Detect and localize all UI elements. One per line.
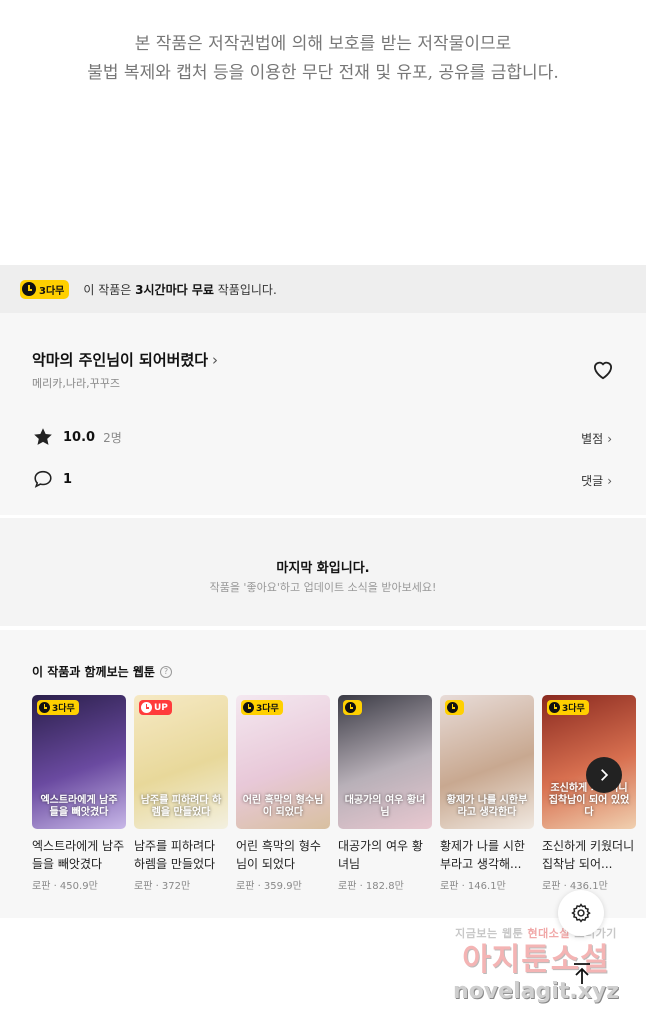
rating-row: 10.0 2명 <box>32 426 122 448</box>
card-title: 대공가의 여우 황녀님 <box>338 839 423 871</box>
free-notice-bar: 3다무 이 작품은 3시간마다 무료 작품입니다. <box>0 265 646 313</box>
card-badge: UP <box>139 700 172 715</box>
watermark-line-3: novelagit.xyz <box>453 979 619 1004</box>
cover-title-art: 대공가의 여우 황녀님 <box>344 795 426 818</box>
comment-row: 1 <box>32 468 72 490</box>
card-meta: 로판 · 450.9만 <box>32 881 98 892</box>
card-title: 조신하게 키웠더니 집착남 되어... <box>542 839 635 871</box>
rating-link-label: 별점 <box>581 432 604 446</box>
copyright-line-1: 본 작품은 저작권법에 의해 보호를 받는 저작물이므로 <box>134 34 512 54</box>
card-badge-label: 3다무 <box>52 704 75 714</box>
card-badge <box>343 700 362 715</box>
card-title: 황제가 나를 시한부라고 생각해... <box>440 839 525 871</box>
card-meta: 로판 · 359.9만 <box>236 881 302 892</box>
work-authors: 메리카,나라,꾸꾸즈 <box>32 377 120 390</box>
heart-icon[interactable] <box>590 356 616 382</box>
clock-icon <box>345 702 356 713</box>
settings-button[interactable] <box>558 890 604 936</box>
copyright-line-2: 불법 복제와 캡처 등을 이용한 무단 전재 및 유포, 공유를 금합니다. <box>87 63 559 83</box>
work-info-panel: 악마의 주인님이 되어버렸다 › 메리카,나라,꾸꾸즈 10.0 2명 별점 › 1… <box>0 313 646 515</box>
card-badge-label: 3다무 <box>256 704 279 714</box>
scroll-top-button[interactable] <box>560 952 604 996</box>
card-badge: 3다무 <box>37 700 79 715</box>
recommendation-card[interactable]: 3다무조신하게 키웠더니 집착남이 되어 있었다조신하게 키웠더니 집착남 되어… <box>542 695 636 892</box>
work-title: 악마의 주인님이 되어버렸다 <box>32 351 209 369</box>
recommendation-card[interactable]: 대공가의 여우 황녀님 대공가의 여우 황녀님 로판 · 182.8만 <box>338 695 432 892</box>
cover-image: UP 남주를 피하려다 하렘을 만들었다 <box>134 695 228 829</box>
free-notice-text: 이 작품은 3시간마다 무료 작품입니다. <box>83 281 276 298</box>
clock-icon <box>22 282 36 296</box>
clock-icon <box>549 702 560 713</box>
help-icon[interactable]: ? <box>159 665 172 678</box>
card-badge <box>445 700 464 715</box>
cover-image: 3다무조신하게 키웠더니 집착남이 되어 있었다 <box>542 695 636 829</box>
watermark-line-1b: 웹툰 <box>501 927 524 940</box>
watermark-line-2: 아지툰소설 <box>462 942 610 978</box>
recommendation-card[interactable]: 3다무 어린 흑막의 형수님이 되었다 어린 흑막의 형수님이 되었다 로판 · 35… <box>236 695 330 892</box>
chevron-right-icon: › <box>607 474 612 488</box>
clock-icon <box>243 702 254 713</box>
cover-title-art: 엑스트라에게 남주들을 빼앗겼다 <box>40 795 118 818</box>
wait-free-badge: 3다무 <box>20 279 70 299</box>
recommendations-heading-text: 이 작품과 함께보는 웹툰 <box>32 665 155 679</box>
card-meta: 로판 · 146.1만 <box>440 881 506 892</box>
work-title-link[interactable]: 악마의 주인님이 되어버렸다 › <box>32 349 218 370</box>
cover-title-art: 남주를 피하려다 하렘을 만들었다 <box>140 795 222 818</box>
next-arrow-button[interactable] <box>586 757 622 793</box>
recommendation-card[interactable]: 3다무 엑스트라에게 남주들을 빼앗겼다 엑스트라에게 남주들을 빼앗겼다 로판 · … <box>32 695 126 892</box>
gear-icon <box>571 903 591 923</box>
recommendation-card[interactable]: UP 남주를 피하려다 하렘을 만들었다 남주를 피하려다 하렘을 만들었다 로판 ·… <box>134 695 228 892</box>
card-badge-label: 3다무 <box>562 704 585 714</box>
comment-icon <box>34 470 52 488</box>
last-episode-subtitle: 작품을 '좋아요'하고 업데이트 소식을 받아보세요! <box>209 581 437 594</box>
cover-title-art: 황제가 나를 시한부라고 생각한다 <box>446 795 528 818</box>
card-badge-label: UP <box>154 702 168 713</box>
last-episode-panel: 마지막 화입니다. 작품을 '좋아요'하고 업데이트 소식을 받아보세요! <box>0 518 646 626</box>
notice-emphasis: 3시간마다 무료 <box>135 282 214 297</box>
cover-title-art: 조신하게 키웠더니 집착남이 되어 있었다 <box>548 783 630 818</box>
cover-image: 황제가 나를 시한부라고 생각한다 <box>440 695 534 829</box>
notice-prefix: 이 작품은 <box>83 282 136 297</box>
rating-value: 10.0 <box>63 429 96 445</box>
comment-link-label: 댓글 <box>581 474 604 488</box>
cover-image: 3다무엑스트라에게 남주들을 빼앗겼다 <box>32 695 126 829</box>
copyright-notice: 본 작품은 저작권법에 의해 보호를 받는 저작물이므로 불법 복제와 캡처 등… <box>0 30 646 88</box>
arrow-up-icon <box>574 963 590 984</box>
card-title: 엑스트라에게 남주들을 빼앗겼다 <box>32 839 125 871</box>
clock-icon <box>39 702 50 713</box>
rating-count: 2명 <box>103 430 122 445</box>
last-episode-title: 마지막 화입니다. <box>276 561 370 576</box>
card-meta: 로판 · 436.1만 <box>542 881 608 892</box>
watermark-line-1a: 지금보는 <box>455 927 498 940</box>
notice-suffix: 작품입니다. <box>213 282 277 297</box>
chevron-right-icon <box>601 769 609 781</box>
clock-icon <box>447 702 458 713</box>
comment-count: 1 <box>63 471 73 487</box>
recommendation-card[interactable]: 황제가 나를 시한부라고 생각한다황제가 나를 시한부라고 생각해... 로판 ·… <box>440 695 534 892</box>
comment-link[interactable]: 댓글 › <box>581 472 612 489</box>
recommendation-list: 3다무 엑스트라에게 남주들을 빼앗겼다 엑스트라에게 남주들을 빼앗겼다 로판 · … <box>32 695 636 892</box>
cover-image: 3다무어린 흑막의 형수님이 되었다 <box>236 695 330 829</box>
card-badge: 3다무 <box>547 700 589 715</box>
cover-image: 대공가의 여우 황녀님 <box>338 695 432 829</box>
watermark-line-1: 지금보는 웹툰 현대소설 보러가기 <box>436 925 636 941</box>
card-title: 어린 흑막의 형수님이 되었다 <box>236 839 321 871</box>
clock-icon <box>141 702 152 713</box>
chevron-right-icon: › <box>212 351 219 369</box>
recommendations-section: 이 작품과 함께보는 웹툰 ? 3다무 엑스트라에게 남주들을 빼앗겼다 엑스트라에… <box>0 630 646 918</box>
cover-title-art: 어린 흑막의 형수님이 되었다 <box>242 795 324 818</box>
chevron-right-icon: › <box>607 432 612 446</box>
card-meta: 로판 · 372만 <box>134 881 191 892</box>
card-badge: 3다무 <box>241 700 283 715</box>
card-meta: 로판 · 182.8만 <box>338 881 404 892</box>
wait-free-badge-label: 3다무 <box>39 285 65 297</box>
watermark: 지금보는 웹툰 현대소설 보러가기 아지툰소설 novelagit.xyz <box>436 925 636 1005</box>
card-title: 남주를 피하려다 하렘을 만들었다 <box>134 839 216 871</box>
rating-link[interactable]: 별점 › <box>581 430 612 447</box>
recommendations-heading: 이 작품과 함께보는 웹툰 ? <box>32 663 172 680</box>
star-icon <box>34 428 52 445</box>
